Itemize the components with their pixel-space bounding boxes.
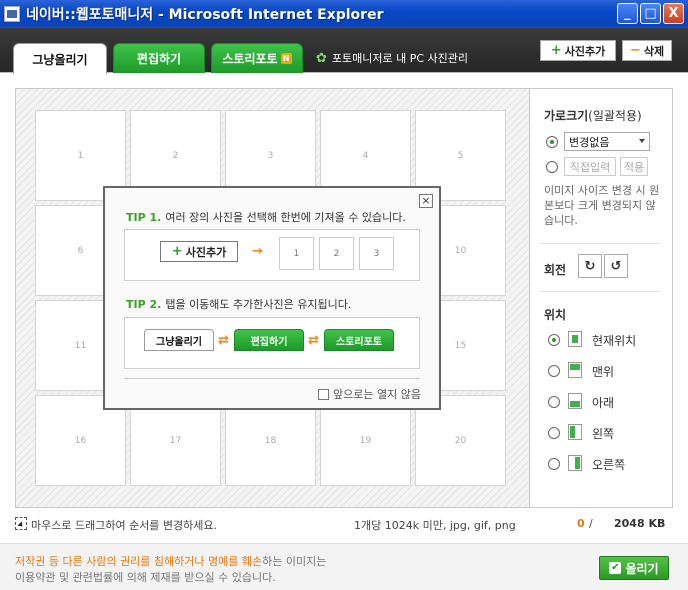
drag-cursor-icon <box>15 517 27 530</box>
rotate-heading: 회전 <box>544 263 567 277</box>
position-left-radio[interactable] <box>548 427 560 439</box>
photo-manager-link[interactable]: ✿ 포토매니저로 내 PC 사진관리 <box>316 50 468 66</box>
size-separator: / <box>589 517 593 530</box>
tip2-label: TIP 2. <box>126 298 162 311</box>
tab-story-photo-label: 스토리포토 <box>222 52 278 66</box>
tip1-label: TIP 1. <box>126 211 162 224</box>
rotate-ccw-icon: ↺ <box>610 258 622 274</box>
swap-arrows-icon: ⇄ <box>218 333 229 348</box>
swap-arrows-icon: ⇄ <box>308 333 319 348</box>
used-size: 0 <box>577 517 585 530</box>
tab-simple-upload[interactable]: 그냥올리기 <box>13 43 107 74</box>
rotate-cw-icon: ↻ <box>584 258 596 274</box>
check-icon: ✔ <box>609 562 622 574</box>
position-right-icon <box>568 455 582 471</box>
tip1-add-photo-button: + 사진추가 <box>160 241 238 262</box>
mini-tab-edit: 편집하기 <box>234 329 304 351</box>
position-left-icon <box>568 424 582 440</box>
add-photo-button[interactable]: + 사진추가 <box>540 40 616 61</box>
divider <box>540 243 660 244</box>
window-titlebar: 네이버::웹포토매니저 - Microsoft Internet Explore… <box>0 0 688 28</box>
mini-photo-slot: 1 <box>279 237 314 270</box>
width-select-value: 변경없음 <box>569 135 610 149</box>
gear-icon: ✿ <box>316 50 327 66</box>
mini-photo-slot: 3 <box>359 237 394 270</box>
tip-popup: × TIP 1. 여러 장의 사진을 선택해 한번에 기져올 수 있습니다. + … <box>103 186 441 410</box>
mini-tab-simple-upload: 그냥올리기 <box>144 329 214 351</box>
arrow-right-icon: → <box>252 244 263 259</box>
tip2-heading: TIP 2. 탭을 이동해도 추가한사진은 유지됩니다. <box>126 296 351 312</box>
position-current-radio[interactable] <box>548 334 560 346</box>
mini-photo-slot: 2 <box>319 237 354 270</box>
tab-bar: 그냥올리기 편집하기 스토리포토 N ✿ 포토매니저로 내 PC 사진관리 + … <box>0 28 688 74</box>
tip2-text: 탭을 이동해도 추가한사진은 유지됩니다. <box>165 298 352 311</box>
position-right-radio[interactable] <box>548 458 560 470</box>
plus-icon: + <box>550 43 562 58</box>
options-panel: 가로크기(일괄적용) 변경없음 직접입력 적용 이미지 사이즈 변경 시 원본보… <box>530 88 673 508</box>
position-bottom-label: 아래 <box>592 396 615 410</box>
width-select[interactable]: 변경없음 <box>564 132 650 151</box>
delete-label: 삭제 <box>643 44 665 58</box>
tab-simple-upload-label: 그냥올리기 <box>32 52 88 67</box>
upload-label: 올리기 <box>625 561 659 576</box>
mini-tab-story-photo: 스토리포토 <box>324 329 394 351</box>
popup-close-button[interactable]: × <box>419 194 433 208</box>
position-right-label: 오른쪽 <box>592 458 626 472</box>
minus-icon: − <box>629 43 641 58</box>
width-title: 가로크기 <box>544 109 589 123</box>
rotate-left-button[interactable]: ↺ <box>604 254 628 278</box>
position-top-label: 맨위 <box>592 365 615 379</box>
drag-hint: 마우스로 드래그하여 순서를 변경하세요. <box>31 519 218 532</box>
delete-button[interactable]: − 삭제 <box>622 40 672 61</box>
chevron-down-icon <box>639 139 645 143</box>
upload-button[interactable]: ✔ 올리기 <box>599 556 669 580</box>
upload-limits: 1개당 1024k 미만, jpg, gif, png <box>354 519 516 532</box>
width-keep-radio[interactable] <box>546 136 558 148</box>
tip2-illustration: 그냥올리기 ⇄ 편집하기 ⇄ 스토리포토 <box>124 317 420 369</box>
position-bottom-radio[interactable] <box>548 396 560 408</box>
position-left-label: 왼쪽 <box>592 427 615 441</box>
copyright-warning: 저작권 등 다른 사람의 권리를 침해하거나 명예를 훼손하는 이미지는 <box>15 553 326 569</box>
footer: 저작권 등 다른 사람의 권리를 침해하거나 명예를 훼손하는 이미지는 이용약… <box>0 543 688 590</box>
copyright-warning-highlight: 저작권 등 다른 사람의 권리를 침해하거나 명예를 훼손 <box>15 555 263 568</box>
dont-show-again-label: 앞으로는 열지 않음 <box>333 388 421 401</box>
new-badge: N <box>280 53 292 64</box>
tip1-illustration: + 사진추가 → 1 2 3 <box>124 229 420 281</box>
width-direct-radio[interactable] <box>546 161 558 173</box>
rotate-right-button[interactable]: ↻ <box>578 254 602 278</box>
position-bottom-icon <box>568 393 582 409</box>
width-apply-button[interactable]: 적용 <box>620 157 648 176</box>
photo-manager-link-label: 포토매니저로 내 PC 사진관리 <box>331 52 469 65</box>
total-size: 2048 KB <box>614 517 666 530</box>
tip1-heading: TIP 1. 여러 장의 사진을 선택해 한번에 기져올 수 있습니다. <box>126 209 406 225</box>
tab-edit[interactable]: 편집하기 <box>113 43 205 73</box>
dont-show-again-checkbox[interactable] <box>318 388 330 400</box>
minimize-button[interactable]: _ <box>617 3 638 24</box>
tip1-add-photo-label: 사진추가 <box>185 245 227 259</box>
maximize-button[interactable]: □ <box>640 3 661 24</box>
terms-notice: 이용약관 및 관련법률에 의해 제재를 받으실 수 있습니다. <box>15 571 276 584</box>
ie-app-icon <box>4 6 20 22</box>
tab-edit-label: 편집하기 <box>136 52 182 66</box>
plus-icon: + <box>171 244 183 259</box>
window-title: 네이버::웹포토매니저 - Microsoft Internet Explore… <box>26 7 384 23</box>
tip1-text: 여러 장의 사진을 선택해 한번에 기져올 수 있습니다. <box>165 211 406 224</box>
dont-show-again[interactable]: 앞으로는 열지 않음 <box>318 386 421 402</box>
position-current-icon <box>568 331 582 347</box>
width-heading: 가로크기(일괄적용) <box>544 107 642 124</box>
popup-divider <box>124 378 420 379</box>
position-top-radio[interactable] <box>548 365 560 377</box>
position-heading: 위치 <box>544 308 567 322</box>
divider <box>540 291 660 292</box>
width-note: 이미지 사이즈 변경 시 원본보다 크게 변경되지 않습니다. <box>544 184 660 227</box>
width-subtitle: (일괄적용) <box>588 109 642 123</box>
position-current-label: 현재위치 <box>592 334 637 348</box>
close-window-button[interactable]: X <box>663 3 684 24</box>
width-direct-input[interactable]: 직접입력 <box>564 157 616 176</box>
add-photo-label: 사진추가 <box>564 44 606 58</box>
tab-story-photo[interactable]: 스토리포토 N <box>211 43 303 73</box>
copyright-warning-rest: 하는 이미지는 <box>262 555 327 568</box>
position-top-icon <box>568 362 582 378</box>
